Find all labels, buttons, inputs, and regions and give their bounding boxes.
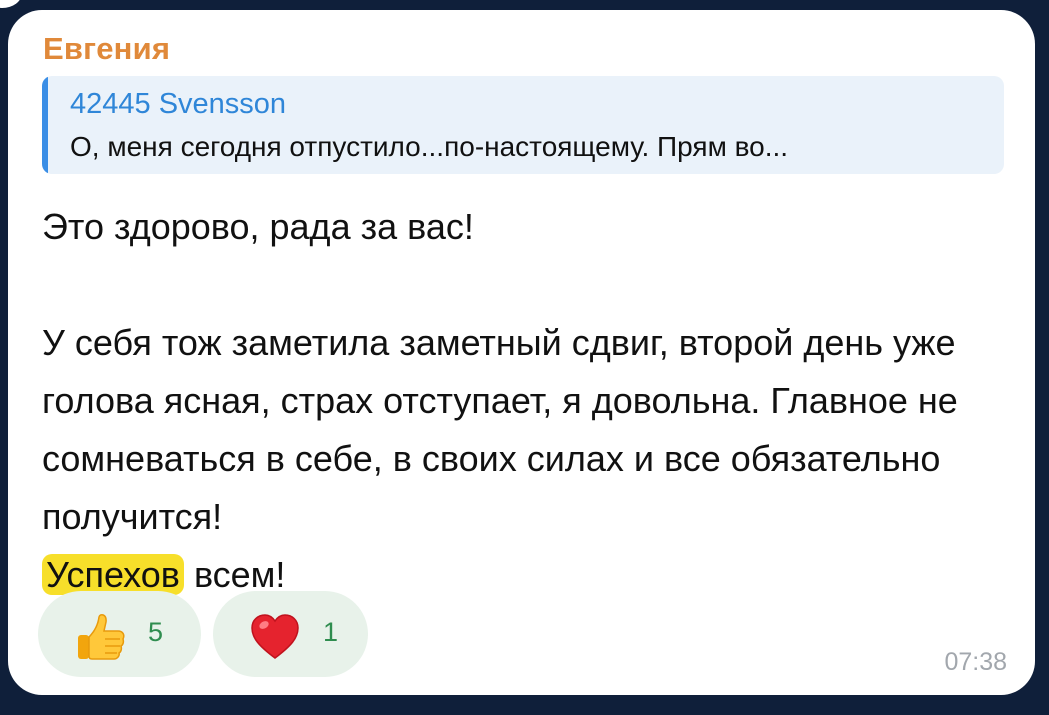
message-last-line: Успехов всем! bbox=[42, 546, 1002, 604]
reaction-heart[interactable]: 1 bbox=[213, 591, 368, 677]
message-text: Это здорово, рада за вас! У себя тож зам… bbox=[42, 198, 1002, 604]
message-last-line-tail: всем! bbox=[183, 554, 286, 595]
reply-accent-bar bbox=[42, 76, 48, 174]
sender-name[interactable]: Евгения bbox=[43, 31, 170, 67]
heart-icon bbox=[251, 614, 299, 659]
reaction-thumbs-up[interactable]: 5 bbox=[38, 591, 201, 677]
reply-author: 42445 Svensson bbox=[70, 88, 287, 120]
message-timestamp: 07:38 bbox=[944, 648, 1007, 676]
reaction-count: 5 bbox=[148, 617, 164, 647]
reply-text: О, меня сегодня отпустило...по-настоящем… bbox=[70, 131, 789, 162]
reaction-count: 1 bbox=[323, 617, 339, 647]
message-line-1: Это здорово, рада за вас! bbox=[42, 206, 474, 247]
message-paragraph-2: У себя тож заметила заметный сдвиг, втор… bbox=[42, 322, 958, 537]
reply-quote[interactable]: 42445 Svensson О, меня сегодня отпустило… bbox=[42, 76, 1004, 174]
highlighted-word: Успехов bbox=[42, 554, 184, 595]
thumbs-up-icon bbox=[78, 613, 125, 660]
message-bubble[interactable]: Евгения 42445 Svensson О, меня сегодня о… bbox=[8, 10, 1035, 695]
previous-bubble-corner bbox=[0, 0, 22, 8]
